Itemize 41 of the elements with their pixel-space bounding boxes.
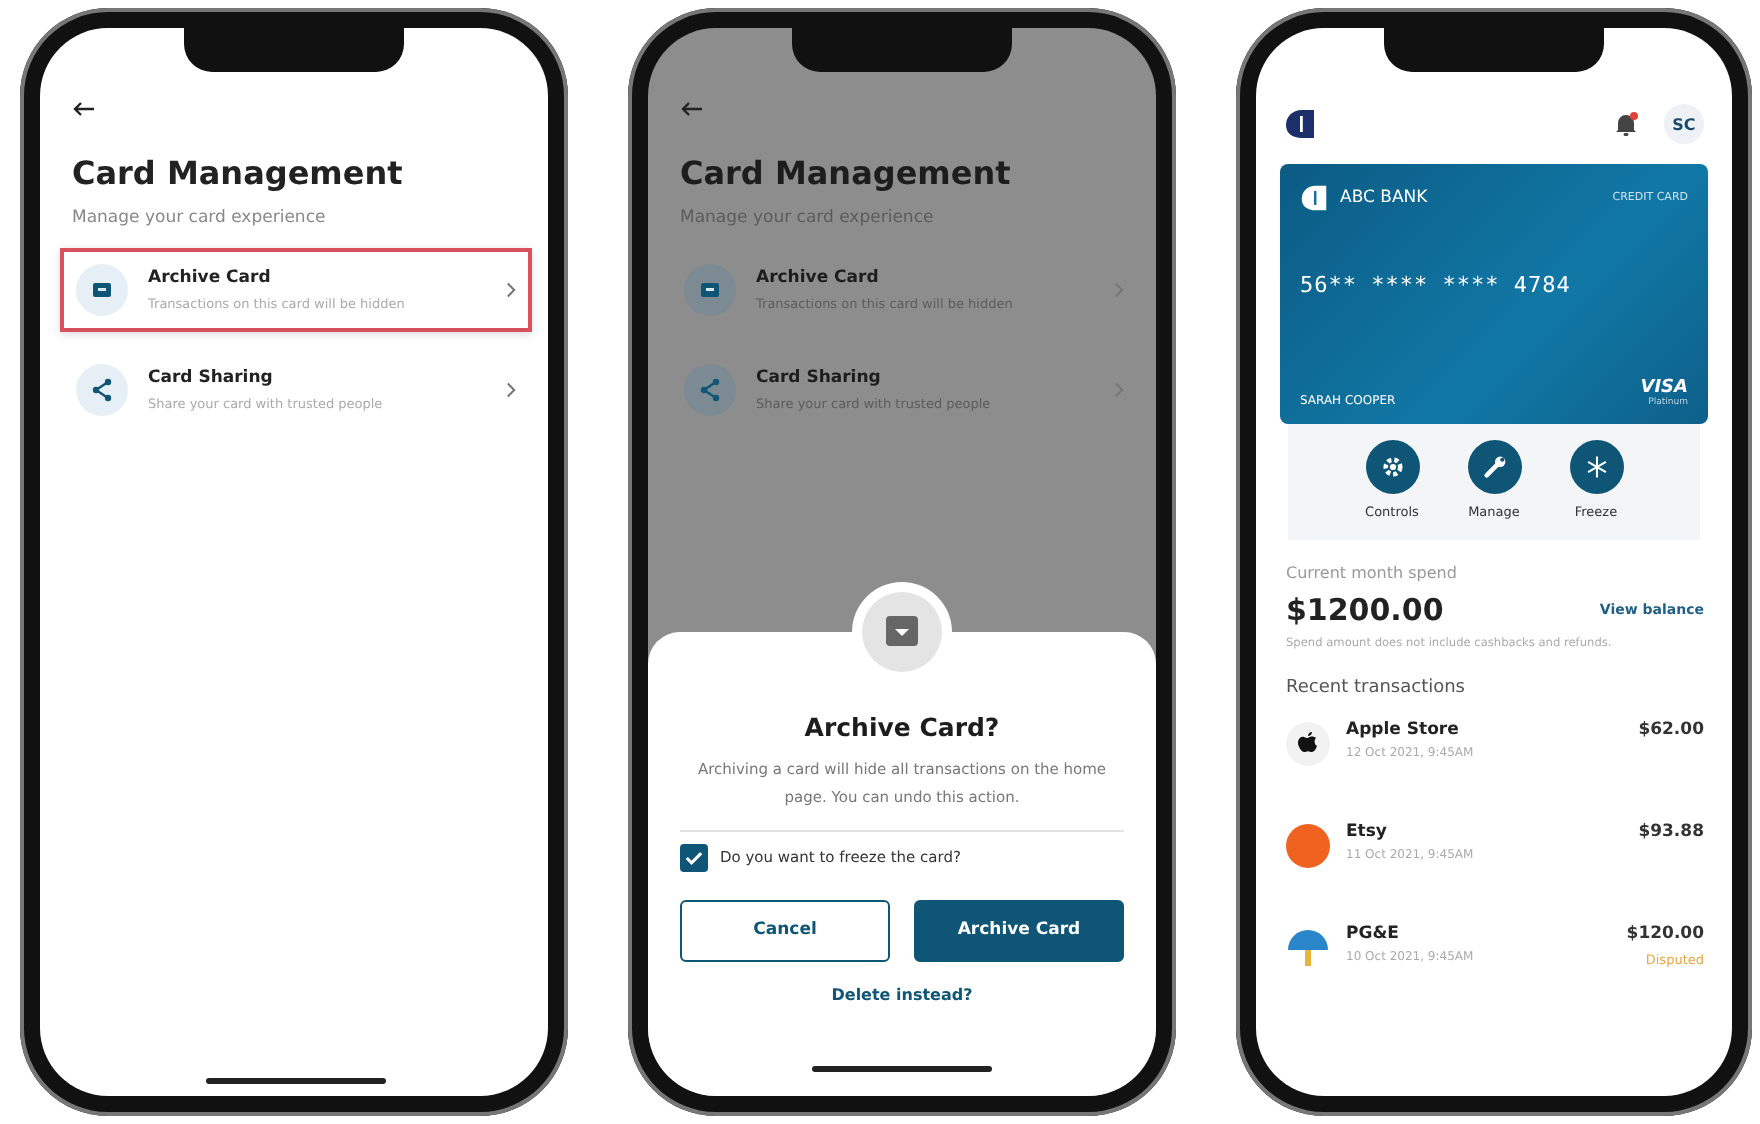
item-title: Archive Card bbox=[148, 268, 273, 288]
chevron-right-icon bbox=[506, 382, 516, 398]
item-title: Card Sharing bbox=[148, 368, 275, 388]
dialog-title: Archive Card? bbox=[804, 712, 1000, 742]
card-number: 56** **** **** 4784 bbox=[1300, 272, 1573, 298]
merchant-logo-icon bbox=[1286, 722, 1330, 766]
share-icon bbox=[684, 364, 736, 416]
page-subtitle: Manage your card experience bbox=[72, 208, 328, 228]
back-arrow-icon[interactable] bbox=[72, 100, 96, 118]
chevron-right-icon bbox=[506, 282, 516, 298]
transaction-amount: $93.88 bbox=[1638, 822, 1704, 842]
item-title: Card Sharing bbox=[756, 368, 883, 388]
transaction-amount: $120.00 bbox=[1626, 924, 1704, 944]
gear-icon[interactable] bbox=[1365, 440, 1419, 494]
cancel-button[interactable]: Cancel bbox=[680, 899, 890, 961]
bank-logo-icon bbox=[1284, 108, 1316, 140]
spend-amount: $1200.00 bbox=[1286, 592, 1444, 628]
section-title: Recent transactions bbox=[1286, 678, 1467, 698]
checkbox[interactable] bbox=[680, 843, 708, 871]
wrench-icon[interactable] bbox=[1467, 440, 1521, 494]
merchant-name: PG&E bbox=[1346, 924, 1401, 944]
merchant-name: Etsy bbox=[1346, 822, 1389, 842]
card-network: VISA bbox=[1640, 378, 1688, 398]
bell-icon[interactable] bbox=[1612, 110, 1640, 138]
spend-label: Current month spend bbox=[1286, 564, 1459, 582]
transaction-amount: $62.00 bbox=[1638, 720, 1704, 740]
merchant-logo-icon bbox=[1286, 824, 1330, 868]
snowflake-icon[interactable] bbox=[1569, 440, 1623, 494]
archive-card-button[interactable]: Archive Card bbox=[914, 899, 1124, 961]
page-title: Card Management bbox=[72, 154, 405, 192]
share-icon bbox=[76, 364, 128, 416]
bank-name: ABC BANK bbox=[1340, 188, 1428, 208]
card-icon bbox=[684, 264, 736, 316]
item-title: Archive Card bbox=[756, 268, 881, 288]
card-icon bbox=[76, 264, 128, 316]
merchant-name: Apple Store bbox=[1346, 720, 1461, 740]
delete-link[interactable]: Delete instead? bbox=[831, 985, 973, 1003]
page-title: Card Management bbox=[680, 154, 1013, 192]
merchant-logo-icon bbox=[1286, 926, 1330, 970]
bank-logo-icon bbox=[1300, 184, 1328, 212]
user-avatar[interactable]: SC bbox=[1664, 104, 1704, 144]
